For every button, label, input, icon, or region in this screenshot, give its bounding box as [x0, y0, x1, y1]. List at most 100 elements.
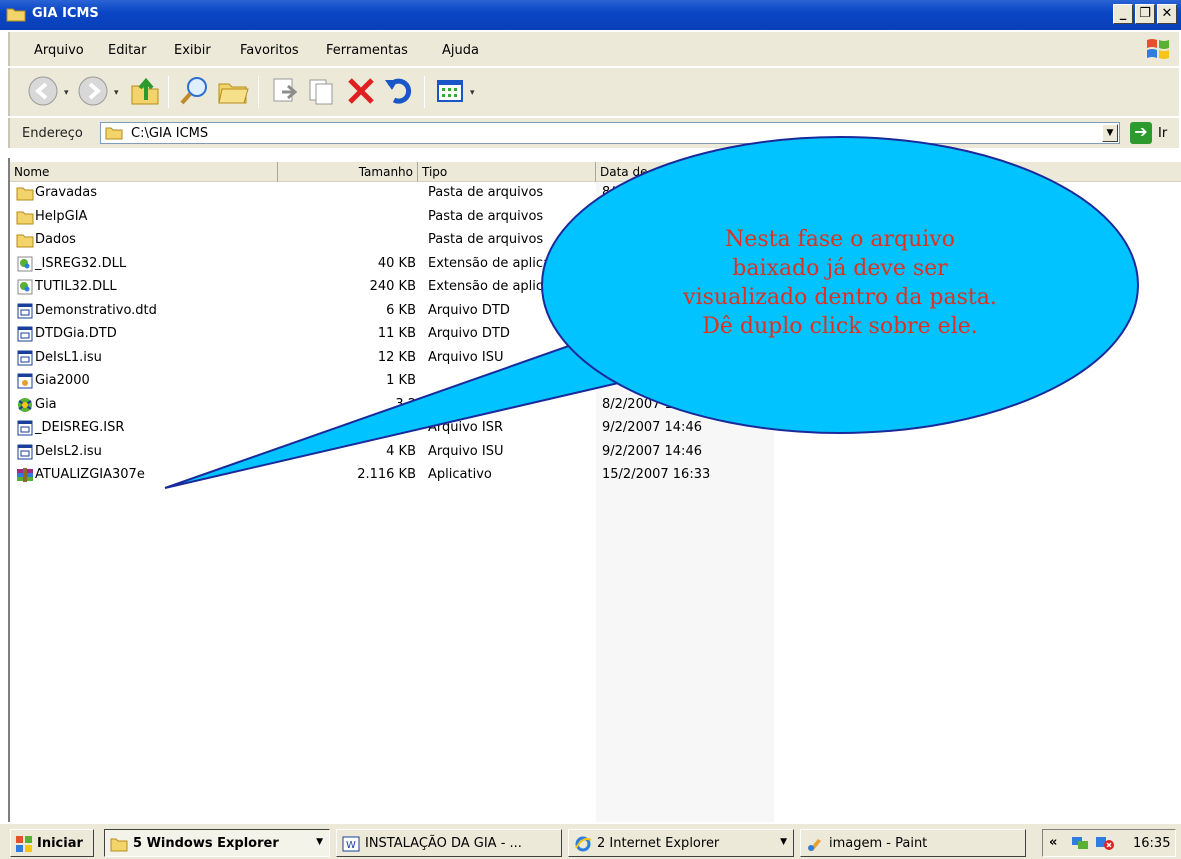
- file-row[interactable]: ATUALIZGIA307e 2.116 KB Aplicativo 15/2/200…: [10, 464, 770, 487]
- file-row[interactable]: _DEISREG.ISR 1 KB Arquivo ISR 9/2/2007 14:4…: [10, 417, 770, 440]
- document-icon: [17, 420, 33, 436]
- system-tray: « 16:35: [1042, 829, 1176, 857]
- go-label[interactable]: Ir: [1158, 126, 1167, 141]
- folder-icon: [16, 187, 34, 201]
- security-alert-icon[interactable]: [1095, 835, 1115, 851]
- file-row[interactable]: Gia 3.2 Aplicativo 8/2/2007 14:31: [10, 394, 770, 417]
- file-date: 15/2/2007 16:33: [602, 467, 711, 482]
- menu-bar: Arquivo Editar Exibir Favoritos Ferramen…: [8, 32, 1179, 66]
- file-type: Pasta de arquivos: [428, 185, 544, 200]
- word-icon: W: [342, 836, 360, 852]
- back-dropdown-icon[interactable]: ▾: [64, 88, 69, 98]
- undo-icon[interactable]: [382, 74, 416, 108]
- file-type: Arquivo DTD: [428, 302, 510, 318]
- file-size: 1 KB: [386, 420, 416, 435]
- back-icon[interactable]: [26, 74, 60, 108]
- folder-icon: [105, 127, 123, 140]
- callout-text: Nesta fase o arquivo baixado já deve ser…: [650, 225, 1030, 341]
- file-name: DeIsL2.isu: [35, 443, 102, 459]
- file-size: 6 KB: [386, 302, 416, 318]
- file-type: Pasta de arquivos: [428, 208, 544, 224]
- callout-line: baixado já deve ser: [732, 256, 948, 281]
- file-size: 40 KB: [377, 255, 416, 271]
- settings-file-icon: [17, 373, 33, 389]
- column-header-tamanho[interactable]: Tamanho: [278, 162, 418, 182]
- move-to-icon[interactable]: [268, 74, 302, 108]
- file-size: 240 KB: [369, 279, 416, 294]
- network-icon[interactable]: [1071, 835, 1089, 851]
- file-type: Arquivo ISR: [428, 420, 504, 435]
- title-bar[interactable]: GIA ICMS _ ❐ ✕: [0, 0, 1181, 30]
- winrar-icon: [17, 468, 33, 482]
- copy-to-icon[interactable]: [306, 74, 340, 108]
- task-internet-explorer[interactable]: 2 Internet Explorer ▼: [568, 829, 794, 857]
- file-type: Arquivo ISU: [428, 443, 504, 459]
- column-header-nome[interactable]: Nome: [10, 162, 278, 182]
- file-row[interactable]: DeIsL1.isu 12 KB Arquivo ISU: [10, 347, 770, 370]
- clock: 16:35: [1133, 836, 1171, 851]
- menu-ferramentas[interactable]: Ferramentas: [326, 43, 408, 58]
- folder-icon: [16, 211, 34, 224]
- views-dropdown-icon[interactable]: ▾: [470, 88, 475, 98]
- toolbar: ▾ ▾ ▾: [8, 68, 1179, 116]
- task-label: INSTALAÇÃO DA GIA - ...: [365, 836, 522, 851]
- views-icon[interactable]: [434, 74, 468, 108]
- menu-exibir[interactable]: Exibir: [174, 43, 211, 58]
- file-type: Arquivo ISU: [428, 349, 504, 365]
- forward-icon[interactable]: [76, 74, 110, 108]
- close-button[interactable]: ✕: [1157, 4, 1177, 24]
- start-button[interactable]: Iniciar: [10, 829, 94, 857]
- file-size: 2.116 KB: [357, 467, 416, 482]
- show-hidden-icons-icon[interactable]: «: [1049, 835, 1057, 850]
- minimize-button[interactable]: _: [1113, 4, 1133, 24]
- delete-icon[interactable]: [344, 74, 378, 108]
- address-bar: Endereço C:\GIA ICMS ▼ ➔ Ir: [8, 118, 1179, 148]
- forward-dropdown-icon[interactable]: ▾: [114, 88, 119, 98]
- file-row[interactable]: DeIsL2.isu 4 KB Arquivo ISU 9/2/2007 14:46: [10, 441, 770, 464]
- restore-button[interactable]: ❐: [1135, 4, 1155, 24]
- file-row[interactable]: Gravadas Pasta de arquivos 8/1: [10, 182, 770, 205]
- file-type: Aplicativo: [428, 396, 492, 412]
- column-header-data[interactable]: Data de modificação: [596, 162, 774, 182]
- file-size: 3.2: [395, 396, 416, 412]
- file-date: 8/1: [602, 185, 623, 200]
- column-header-empty: [774, 162, 1181, 182]
- menu-editar[interactable]: Editar: [108, 43, 147, 58]
- task-label: 2 Internet Explorer: [597, 836, 720, 851]
- task-word-document[interactable]: W INSTALAÇÃO DA GIA - ...: [336, 829, 562, 857]
- document-icon: [17, 326, 33, 342]
- chevron-down-icon: ▼: [780, 837, 787, 847]
- windows-logo-icon: [1147, 39, 1169, 59]
- document-icon: [17, 303, 33, 318]
- windows-logo-icon: [16, 836, 32, 852]
- file-name: _DEISREG.ISR: [35, 420, 125, 435]
- file-row[interactable]: Gia2000 1 KB 27/12/: [10, 370, 770, 393]
- file-name: TUTIL32.DLL: [35, 279, 117, 294]
- menu-arquivo[interactable]: Arquivo: [34, 43, 84, 58]
- go-button[interactable]: ➔: [1130, 122, 1152, 144]
- task-paint[interactable]: imagem - Paint: [800, 829, 1026, 857]
- task-windows-explorer[interactable]: 5 Windows Explorer ▼: [104, 829, 330, 857]
- file-size: 11 KB: [377, 326, 416, 341]
- dll-icon: [17, 279, 33, 295]
- address-path: C:\GIA ICMS: [131, 126, 209, 141]
- taskbar: Iniciar 5 Windows Explorer ▼ W INSTALAÇÃ…: [0, 823, 1181, 859]
- folders-icon[interactable]: [216, 74, 250, 108]
- folder-icon: [16, 234, 34, 248]
- dll-icon: [17, 256, 33, 271]
- file-size: 4 KB: [386, 443, 416, 459]
- document-icon: [17, 350, 33, 365]
- file-type: Arquivo DTD: [428, 326, 510, 341]
- file-date: 9/2/2007 14:46: [602, 443, 702, 459]
- address-dropdown-icon[interactable]: ▼: [1102, 124, 1118, 142]
- file-name: DeIsL1.isu: [35, 349, 102, 365]
- folder-up-icon[interactable]: [128, 74, 162, 108]
- file-name: ATUALIZGIA307e: [35, 467, 145, 482]
- menu-ajuda[interactable]: Ajuda: [442, 43, 479, 58]
- task-label: 5 Windows Explorer: [133, 836, 279, 851]
- menu-favoritos[interactable]: Favoritos: [240, 43, 299, 58]
- address-input[interactable]: C:\GIA ICMS ▼: [100, 122, 1120, 144]
- search-icon[interactable]: [178, 74, 212, 108]
- column-header-tipo[interactable]: Tipo: [418, 162, 596, 182]
- start-label: Iniciar: [37, 836, 83, 851]
